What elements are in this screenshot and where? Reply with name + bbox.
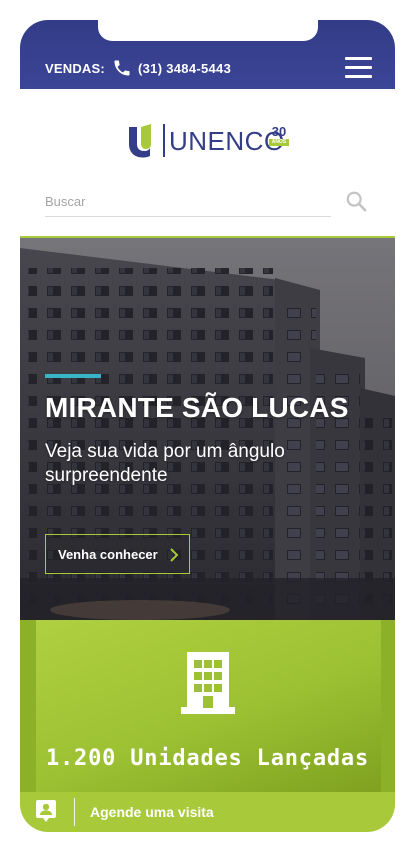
search-icon[interactable]	[345, 190, 367, 212]
brand-logo[interactable]: UNENCO 30 ANOS	[127, 122, 292, 160]
schedule-visit-label: Agende uma visita	[90, 804, 214, 820]
hero-banner: MIRANTE SÃO LUCAS Veja sua vida por um â…	[20, 236, 395, 620]
learn-more-button[interactable]: Venha conhecer	[45, 534, 190, 574]
hero-accent-bar	[45, 374, 101, 378]
sales-label: VENDAS:	[45, 61, 105, 76]
hero-subtitle: Veja sua vida por um ângulo surpreendent…	[45, 441, 285, 486]
units-launched-stat: 1.200 Unidades Lançadas	[45, 746, 370, 771]
search-field	[45, 187, 331, 217]
chevron-right-icon	[170, 548, 179, 562]
building-icon	[181, 652, 235, 714]
brand-name: UNENCO	[169, 126, 285, 156]
schedule-visit-button[interactable]: Agende uma visita	[20, 792, 395, 832]
anniversary-label: ANOS	[269, 139, 289, 146]
anniversary-badge: 30 ANOS	[269, 125, 289, 149]
hero-title: MIRANTE SÃO LUCAS	[45, 392, 349, 423]
phone-number-link[interactable]: (31) 3484-5443	[138, 61, 231, 76]
logo-divider	[163, 124, 165, 157]
top-bar: VENDAS: (31) 3484-5443	[20, 20, 395, 89]
phone-icon[interactable]	[112, 58, 132, 78]
stats-section: 1.200 Unidades Lançadas	[20, 620, 395, 800]
phone-screen: VENDAS: (31) 3484-5443 UNENCO 30 ANOS Bu…	[20, 20, 395, 832]
calendar-person-icon	[36, 800, 56, 822]
hamburger-menu-icon[interactable]	[345, 57, 372, 78]
device-notch	[98, 20, 318, 41]
logo-mark-icon	[129, 124, 151, 158]
menu-line	[345, 75, 372, 78]
anniversary-number: 30	[271, 124, 287, 139]
search-input[interactable]	[45, 187, 331, 215]
menu-line	[345, 66, 372, 69]
learn-more-label: Venha conhecer	[58, 546, 158, 562]
menu-line	[345, 57, 372, 60]
bottom-bar-divider	[74, 798, 75, 826]
